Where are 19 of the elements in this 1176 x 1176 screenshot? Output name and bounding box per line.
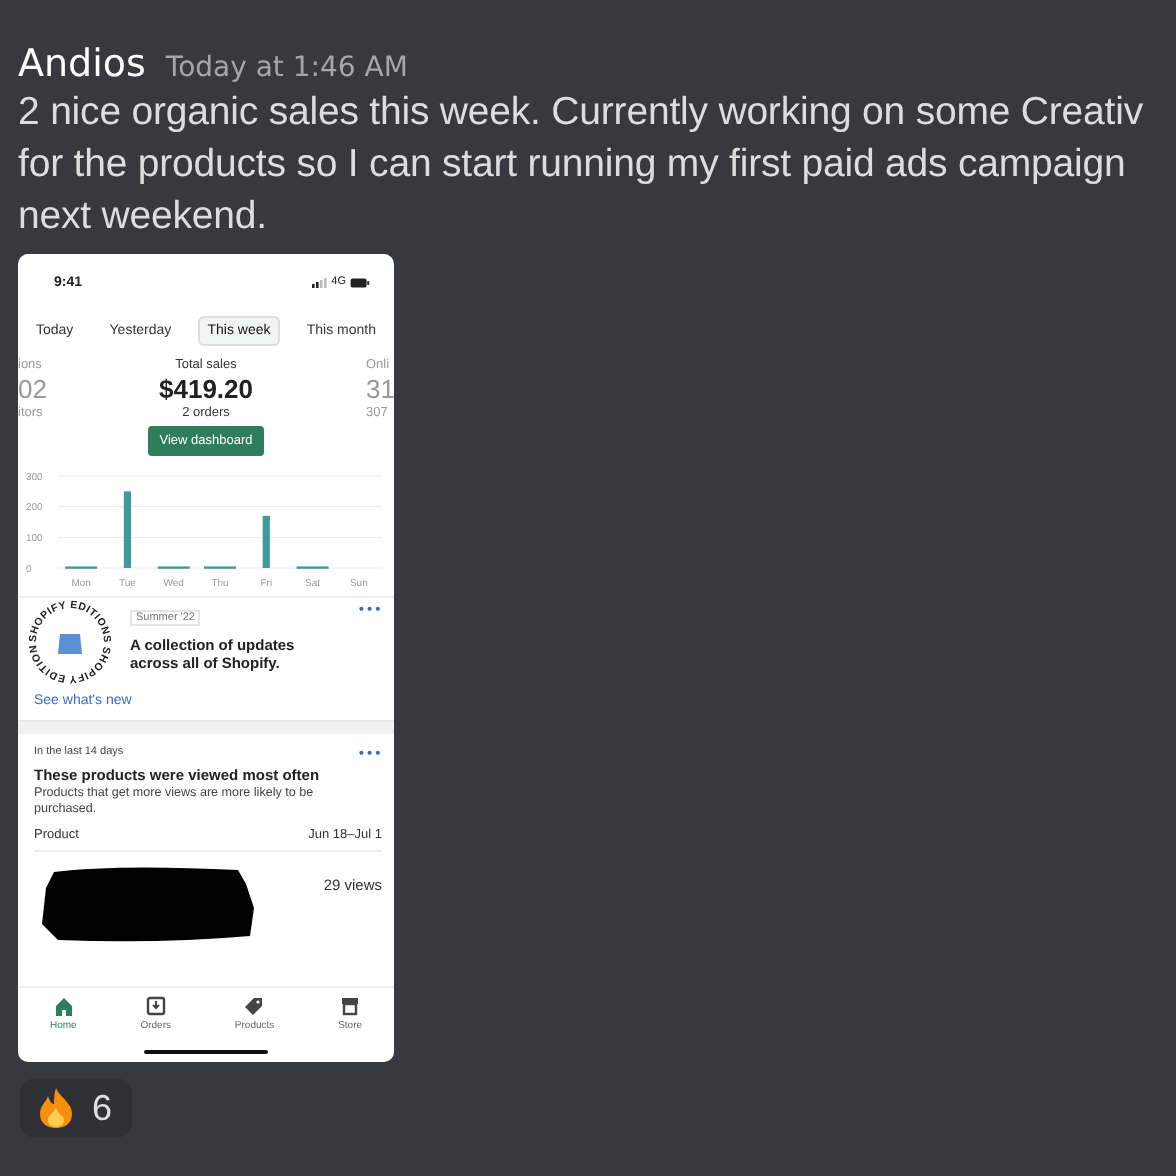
chart-bar bbox=[123, 491, 132, 568]
home-indicator bbox=[144, 1049, 268, 1054]
message-text: 2 nice organic sales this week. Currently working on some Creativ bbox=[18, 88, 1145, 138]
tag-icon bbox=[244, 995, 265, 1015]
store-icon bbox=[340, 995, 361, 1015]
flame-icon bbox=[36, 1086, 76, 1130]
tray-icon bbox=[145, 995, 166, 1015]
timestamp: Today at 1:46 AM bbox=[165, 52, 408, 84]
stat-value: 02 bbox=[18, 372, 47, 406]
reaction-button[interactable]: 6 bbox=[20, 1078, 133, 1138]
message-text: for the products so I can start running my first paid ads campaign bbox=[18, 140, 1128, 190]
stat-value: 31 bbox=[366, 372, 394, 406]
username[interactable]: Andios bbox=[18, 42, 146, 86]
signal-icon bbox=[311, 277, 328, 287]
home-icon bbox=[53, 995, 74, 1015]
chart-bar bbox=[262, 515, 270, 568]
stat-value: $419.20 bbox=[159, 372, 253, 406]
battery-icon bbox=[350, 277, 370, 287]
message-text: next weekend. bbox=[18, 192, 269, 242]
